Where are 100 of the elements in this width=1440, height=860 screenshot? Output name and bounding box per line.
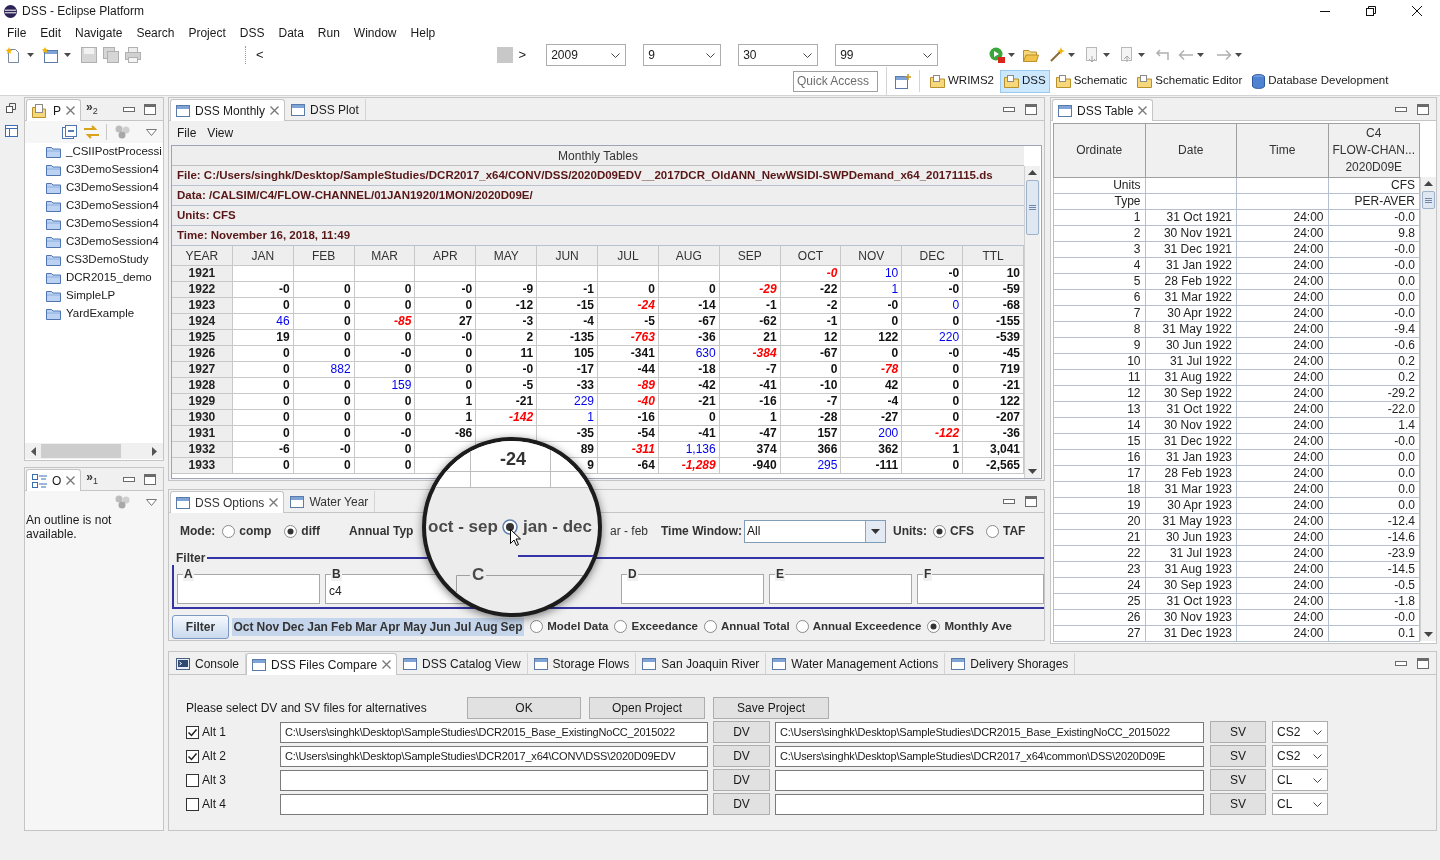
perspective-button[interactable]: Database Development: [1248, 69, 1393, 93]
menu-item[interactable]: DSS: [239, 23, 265, 42]
month-item[interactable]: Mar: [353, 617, 379, 636]
sv-button[interactable]: SV: [1210, 721, 1266, 743]
view-tab[interactable]: Storage Flows: [527, 653, 637, 674]
maximize-icon[interactable]: [1025, 495, 1037, 507]
radio-icon[interactable]: [703, 620, 717, 633]
dropdown-caret-icon[interactable]: [1197, 53, 1205, 57]
menu-item[interactable]: Edit: [40, 23, 62, 42]
perspective-button[interactable]: Schematic: [1051, 69, 1132, 93]
menu-item[interactable]: File: [7, 23, 27, 42]
perspective-button[interactable]: Schematic Editor: [1133, 69, 1247, 93]
menu-item[interactable]: File: [177, 124, 197, 142]
new-window-icon[interactable]: [42, 47, 58, 63]
view-tab[interactable]: DSS Plot: [285, 99, 366, 120]
type-dropdown[interactable]: CL: [1272, 769, 1328, 791]
view-tab[interactable]: P: [26, 99, 81, 121]
tree-item[interactable]: DCR2015_demo: [66, 269, 152, 287]
menu-item[interactable]: Data: [278, 23, 304, 42]
dv-button[interactable]: DV: [713, 769, 770, 791]
path-field[interactable]: C:\Users\singhk\Desktop\SampleStudies\DCR2015_Base_ExistingNoCC_2015022: [280, 721, 708, 743]
path-field[interactable]: C:\Users\singhk\Desktop\SampleStudies\DCR2015_Base_ExistingNoCC_2015022: [775, 721, 1204, 743]
radio-option[interactable]: diff: [284, 522, 320, 540]
dv-button[interactable]: DV: [713, 793, 770, 815]
push-button[interactable]: OK: [467, 697, 581, 719]
radio-option[interactable]: Monthly Ave: [927, 617, 1012, 636]
collapse-all-icon[interactable]: [62, 125, 77, 139]
maximize-icon[interactable]: [1417, 103, 1429, 115]
checkbox-option[interactable]: Alt 3: [186, 771, 280, 789]
tree-item[interactable]: C3DemoSession4: [66, 161, 159, 179]
tree-item[interactable]: CS3DemoStudy: [66, 251, 149, 269]
type-dropdown[interactable]: CL: [1272, 793, 1328, 815]
view-menu-icon[interactable]: [146, 498, 157, 506]
dv-button[interactable]: DV: [713, 721, 770, 743]
month-item[interactable]: Jul: [452, 617, 473, 636]
view-tab[interactable]: DSS Table: [1052, 99, 1154, 121]
minimize-icon[interactable]: [1320, 10, 1330, 12]
checkbox-icon[interactable]: [186, 773, 199, 787]
radio-icon[interactable]: [795, 620, 809, 633]
type-dropdown[interactable]: CS2: [1272, 721, 1328, 743]
filter-button[interactable]: Filter: [172, 614, 229, 639]
back-arrow[interactable]: <: [256, 45, 264, 65]
close-icon[interactable]: [1412, 6, 1422, 16]
month-item[interactable]: Jun: [428, 617, 453, 636]
wand-icon[interactable]: [1049, 47, 1066, 63]
sv-button[interactable]: SV: [1210, 745, 1266, 767]
radio-option[interactable]: Exceedance: [614, 617, 698, 636]
scroll-up-icon[interactable]: [1424, 181, 1433, 186]
dropdown[interactable]: 99: [835, 44, 939, 66]
new-file-icon[interactable]: [5, 47, 21, 63]
menu-item[interactable]: Run: [317, 23, 340, 42]
checkbox-icon[interactable]: [186, 797, 199, 811]
restore-icon[interactable]: [1366, 6, 1376, 16]
tree-item[interactable]: C3DemoSession4: [66, 197, 159, 215]
push-button[interactable]: Save Project: [713, 697, 829, 719]
month-item[interactable]: Oct: [232, 617, 255, 636]
vertical-scrollbar[interactable]: [1024, 166, 1040, 478]
tree-item[interactable]: C3DemoSession4: [66, 215, 159, 233]
month-item[interactable]: Jan: [305, 617, 330, 636]
month-item[interactable]: Feb: [329, 617, 354, 636]
maximize-icon[interactable]: [1417, 657, 1429, 669]
radio-option[interactable]: TAF: [986, 522, 1026, 540]
vertical-scrollbar[interactable]: [1420, 177, 1436, 641]
path-field[interactable]: C:\Users\singhk\Desktop\SampleStudies\DCR2017_x64\common\DSS\2020D09E: [775, 745, 1204, 767]
dropdown[interactable]: 2009: [546, 44, 627, 66]
view-tab[interactable]: DSS Catalog View: [397, 653, 528, 674]
horizontal-scrollbar[interactable]: [25, 443, 163, 459]
view-menu-icon[interactable]: [146, 128, 157, 136]
folder-icon[interactable]: [1023, 48, 1040, 62]
path-field[interactable]: [280, 793, 708, 815]
sv-button[interactable]: SV: [1210, 793, 1266, 815]
dropdown[interactable]: 9: [643, 44, 722, 66]
view-tab[interactable]: DSS Files Compare: [246, 653, 398, 675]
maximize-icon[interactable]: [1025, 103, 1037, 115]
radio-icon[interactable]: [986, 524, 999, 538]
radio-icon[interactable]: [927, 620, 941, 633]
time-window-dropdown[interactable]: All: [744, 519, 886, 543]
open-perspective-icon[interactable]: [895, 73, 911, 89]
perspective-button[interactable]: DSS: [1000, 69, 1050, 93]
view-tab[interactable]: Console: [170, 653, 247, 674]
forward-arrow[interactable]: >: [518, 45, 527, 65]
checkbox-option[interactable]: Alt 4: [186, 795, 280, 813]
radio-option[interactable]: comp: [222, 522, 272, 540]
layout-icon[interactable]: [4, 125, 18, 137]
radio-icon[interactable]: [284, 524, 298, 538]
view-tab[interactable]: O: [26, 469, 82, 491]
dropdown-caret-icon[interactable]: [1008, 53, 1016, 57]
tree-item[interactable]: _CSIIPostProcessi: [66, 143, 162, 161]
view-tab[interactable]: Water Year: [284, 491, 376, 512]
scroll-right-icon[interactable]: [152, 446, 157, 456]
view-tab[interactable]: Delivery Shorages: [945, 653, 1076, 674]
radio-option[interactable]: Annual Exceedence: [795, 617, 922, 636]
month-item[interactable]: Nov: [255, 617, 281, 636]
dv-button[interactable]: DV: [713, 745, 770, 767]
dropdown[interactable]: 30: [738, 44, 819, 66]
month-item[interactable]: Aug: [472, 617, 500, 636]
checkbox-option[interactable]: Alt 1: [186, 723, 280, 741]
dropdown-caret-icon[interactable]: [1068, 53, 1076, 57]
quick-access-field[interactable]: Quick Access: [793, 70, 878, 92]
checkbox-icon[interactable]: [186, 725, 199, 739]
